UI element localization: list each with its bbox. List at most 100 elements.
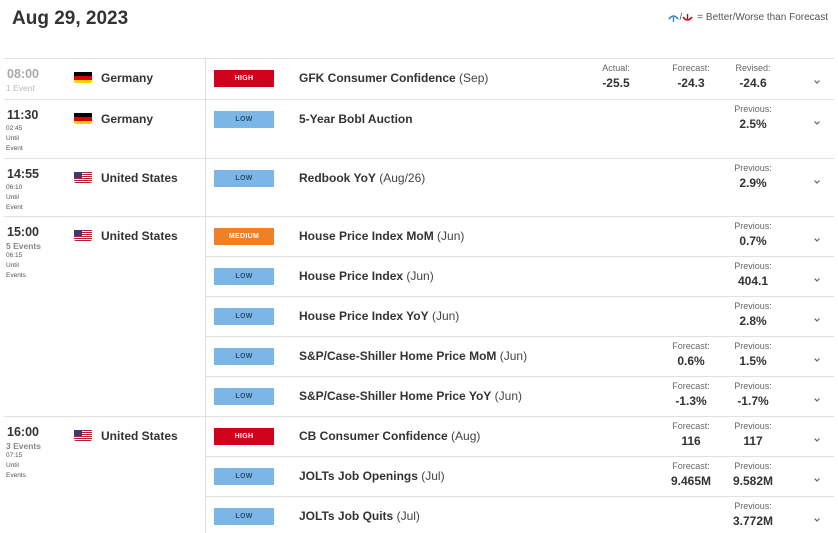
country-name: Germany	[101, 112, 154, 126]
event-name[interactable]: JOLTs Job Quits (Jul)	[299, 509, 420, 523]
chevron-down-icon[interactable]	[812, 115, 822, 125]
country-name: United States	[101, 429, 178, 443]
event-row[interactable]: LOW S&P/Case-Shiller Home Price MoM (Jun)…	[206, 337, 834, 377]
previous-value: 2.5%	[739, 117, 767, 131]
revised-value: -24.6	[739, 76, 767, 90]
countdown-event-label: Events	[6, 272, 26, 279]
previous-label: Previous:	[734, 301, 772, 311]
event-row[interactable]: LOW House Price Index YoY (Jun) Previous: 2…	[206, 297, 834, 337]
previous-label: Previous:	[734, 381, 772, 391]
countdown-event-label: Events	[6, 472, 26, 479]
event-time: 08:00	[7, 67, 39, 81]
chevron-down-icon[interactable]	[812, 512, 822, 522]
event-period: (Jun)	[494, 389, 522, 403]
event-name[interactable]: S&P/Case-Shiller Home Price YoY (Jun)	[299, 389, 522, 403]
event-name[interactable]: House Price Index (Jun)	[299, 269, 434, 283]
event-name[interactable]: GFK Consumer Confidence (Sep)	[299, 71, 488, 85]
forecast-column: Forecast: -24.3	[661, 63, 721, 90]
better-than-forecast-icon	[667, 14, 679, 22]
group-time-cell: 15:00 5 Events 06:15 Until Events United Stat…	[4, 217, 206, 416]
event-time: 11:30	[7, 108, 39, 122]
impact-badge-high: HIGH	[214, 70, 274, 87]
event-row[interactable]: LOW 5-Year Bobl Auction Previous: 2.5%	[206, 100, 834, 140]
event-row[interactable]: LOW JOLTs Job Openings (Jul) Forecast: 9.46…	[206, 457, 834, 497]
previous-column: Previous: 3.772M	[723, 501, 783, 528]
event-group: 08:00 1 Event Germany HIGH GFK Consumer Conf…	[4, 59, 834, 100]
event-time: 14:55	[7, 167, 39, 181]
impact-badge-high: HIGH	[214, 428, 274, 445]
previous-column: Previous: -1.7%	[723, 381, 783, 408]
chevron-down-icon[interactable]	[812, 352, 822, 362]
economic-calendar-table: 08:00 1 Event Germany HIGH GFK Consumer Conf…	[4, 58, 834, 533]
group-time-cell: 11:30 02:45 Until Event Germany	[4, 100, 206, 158]
event-name[interactable]: 5-Year Bobl Auction	[299, 112, 413, 126]
previous-value: 117	[743, 434, 763, 448]
worse-than-forecast-icon	[682, 13, 693, 21]
forecast-value: 0.6%	[677, 354, 705, 368]
previous-column: Previous: 2.5%	[723, 104, 783, 131]
previous-label: Previous:	[734, 163, 772, 173]
chevron-down-icon[interactable]	[812, 472, 822, 482]
event-row[interactable]: LOW House Price Index (Jun) Previous: 404.1	[206, 257, 834, 297]
date-title: Aug 29, 2023	[12, 8, 129, 29]
chevron-down-icon[interactable]	[812, 272, 822, 282]
countdown-until-label: Until	[6, 462, 20, 469]
event-group: 11:30 02:45 Until Event Germany LOW 5-Year Bob…	[4, 100, 834, 159]
usa-flag-icon	[74, 229, 92, 241]
forecast-label: Forecast:	[672, 63, 710, 73]
previous-value: 2.9%	[739, 176, 767, 190]
actual-value: -25.5	[602, 76, 630, 90]
previous-value: 0.7%	[739, 234, 767, 248]
germany-flag-icon	[74, 71, 92, 83]
chevron-down-icon[interactable]	[812, 174, 822, 184]
forecast-label: Forecast:	[672, 421, 710, 431]
event-period: (Jun)	[406, 269, 434, 283]
event-title: House Price Index	[299, 269, 404, 283]
event-title: GFK Consumer Confidence	[299, 71, 456, 85]
event-period: (Aug)	[451, 429, 481, 443]
chevron-down-icon[interactable]	[812, 232, 822, 242]
countdown-event-label: Event	[6, 145, 23, 152]
actual-column: Actual: -25.5	[586, 63, 646, 90]
forecast-label: Forecast:	[672, 461, 710, 471]
event-title: S&P/Case-Shiller Home Price MoM	[299, 349, 497, 363]
event-name[interactable]: JOLTs Job Openings (Jul)	[299, 469, 445, 483]
countdown-time: 07:15	[6, 452, 23, 459]
event-title: 5-Year Bobl Auction	[299, 112, 413, 126]
countdown-until-label: Until	[6, 135, 20, 142]
previous-column: Previous: 2.9%	[723, 163, 783, 190]
chevron-down-icon[interactable]	[812, 392, 822, 402]
previous-value: 404.1	[737, 274, 769, 288]
event-period: (Jun)	[499, 349, 528, 363]
actual-label: Actual:	[602, 63, 630, 73]
event-name[interactable]: S&P/Case-Shiller Home Price MoM (Jun)	[299, 349, 527, 363]
forecast-label: Forecast:	[672, 381, 710, 391]
event-row[interactable]: LOW JOLTs Job Quits (Jul) Previous: 3.772M	[206, 497, 834, 533]
usa-flag-icon	[74, 429, 92, 441]
event-name[interactable]: House Price Index MoM (Jun)	[299, 229, 464, 243]
germany-flag-icon	[74, 112, 92, 124]
forecast-column: Forecast: -1.3%	[661, 381, 721, 408]
chevron-down-icon[interactable]	[812, 312, 822, 322]
revised-column: Revised: -24.6	[723, 63, 783, 90]
event-title: JOLTs Job Quits	[299, 509, 394, 523]
event-name[interactable]: CB Consumer Confidence (Aug)	[299, 429, 480, 443]
forecast-column: Forecast: 0.6%	[661, 341, 721, 368]
previous-label: Previous:	[734, 501, 772, 511]
previous-value: 2.8%	[739, 314, 767, 328]
chevron-down-icon[interactable]	[812, 432, 822, 442]
forecast-column: Forecast: 116	[661, 421, 721, 448]
event-row[interactable]: MEDIUM House Price Index MoM (Jun) Previou…	[206, 217, 834, 257]
event-row[interactable]: LOW Redbook YoY (Aug/26) Previous: 2.9%	[206, 159, 834, 199]
event-group: 16:00 3 Events 07:15 Until Events United Stat…	[4, 417, 834, 533]
event-name[interactable]: House Price Index YoY (Jun)	[299, 309, 459, 323]
previous-label: Previous:	[734, 104, 772, 114]
event-row[interactable]: HIGH GFK Consumer Confidence (Sep) Actual:…	[206, 59, 834, 99]
chevron-down-icon[interactable]	[812, 74, 822, 84]
event-row[interactable]: HIGH CB Consumer Confidence (Aug) Forecast…	[206, 417, 834, 457]
event-row[interactable]: LOW S&P/Case-Shiller Home Price YoY (Jun)…	[206, 377, 834, 417]
countdown-time: 06:10	[6, 184, 23, 191]
previous-value: -1.7%	[737, 394, 769, 408]
group-time-cell: 14:55 06:10 Until Event United States	[4, 159, 206, 216]
event-name[interactable]: Redbook YoY (Aug/26)	[299, 171, 425, 185]
